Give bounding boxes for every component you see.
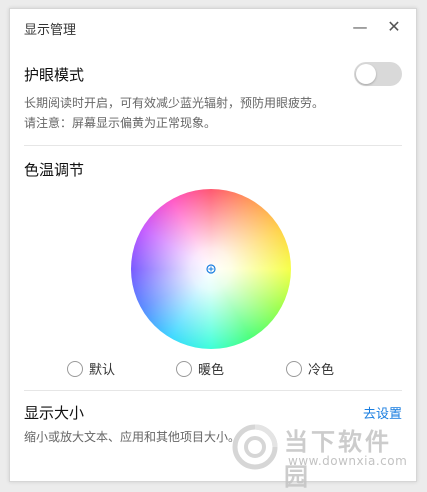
eye-care-desc-line1: 长期阅读时开启，可有效减少蓝光辐射，预防用眼疲劳。 <box>24 96 325 110</box>
eye-care-desc-line2: 请注意：屏幕显示偏黄为正常现象。 <box>24 116 217 130</box>
display-size-description: 缩小或放大文本、应用和其他项目大小。 <box>24 430 241 444</box>
title-bar: 显示管理 — ✕ <box>10 9 416 47</box>
radio-label: 冷色 <box>308 363 335 378</box>
eye-care-toggle[interactable] <box>354 62 402 86</box>
radio-cool[interactable]: 冷色 <box>286 359 334 378</box>
window-title: 显示管理 <box>24 23 77 38</box>
toggle-knob <box>356 64 376 84</box>
divider <box>24 390 402 391</box>
eye-care-description: 长期阅读时开启，可有效减少蓝光辐射，预防用眼疲劳。 请注意：屏幕显示偏黄为正常现… <box>24 93 324 133</box>
minimize-button[interactable]: — <box>348 15 372 39</box>
eye-care-title: 护眼模式 <box>24 66 85 84</box>
wheel-center-marker-icon[interactable] <box>206 264 216 274</box>
radio-circle[interactable] <box>67 360 83 377</box>
color-wheel[interactable] <box>131 189 291 349</box>
radio-circle[interactable] <box>176 360 192 377</box>
radio-warm[interactable]: 暖色 <box>176 359 224 378</box>
divider <box>24 145 402 146</box>
watermark-url: www.downxia.com <box>288 454 408 468</box>
radio-label: 暖色 <box>198 363 225 378</box>
display-management-window: 显示管理 — ✕ 护眼模式 长期阅读时开启，可有效减少蓝光辐射，预防用眼疲劳。 … <box>9 8 417 482</box>
watermark: 当下软件园 www.downxia.com <box>232 418 412 491</box>
display-size-title: 显示大小 <box>24 404 85 422</box>
radio-default[interactable]: 默认 <box>67 359 115 378</box>
downxia-logo-icon <box>232 424 278 470</box>
radio-circle[interactable] <box>286 360 302 377</box>
color-temp-options: 默认 暖色 冷色 <box>10 359 416 383</box>
color-temp-title: 色温调节 <box>24 161 85 179</box>
close-button[interactable]: ✕ <box>382 15 406 39</box>
radio-label: 默认 <box>89 363 116 378</box>
